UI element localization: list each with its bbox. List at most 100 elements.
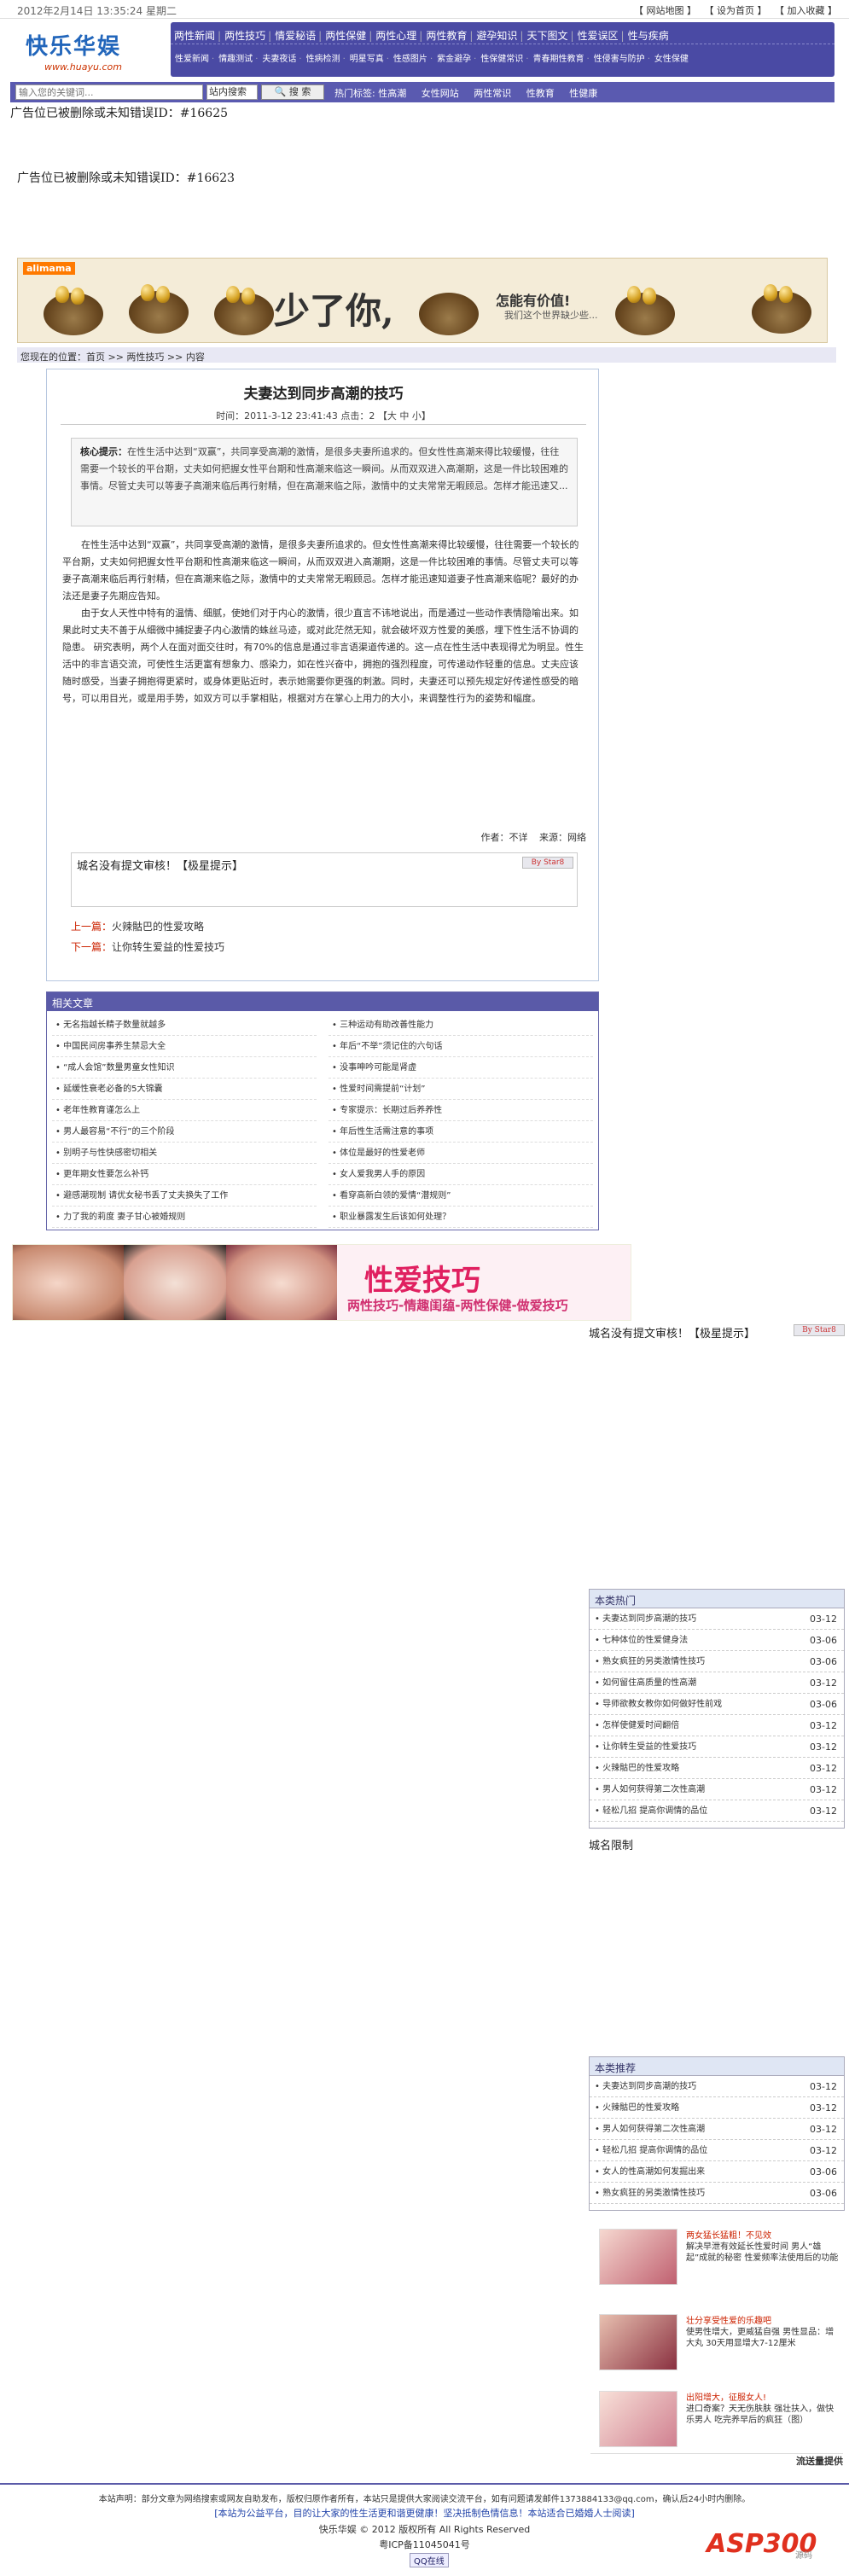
promo-item[interactable]: 壮分享受性爱的乐趣吧 使男性增大，更威猛自强 男性显品：增大丸 30天用显增大7-… xyxy=(597,2312,845,2372)
related-article-link[interactable]: 三种运动有助改善性能力 xyxy=(329,1015,593,1036)
hot-tag[interactable]: 性健康 xyxy=(569,88,597,99)
related-article-link[interactable]: 女人爱我男人手的原因 xyxy=(329,1164,593,1185)
list-item[interactable]: 男人如何获得第二次性高潮 03-12 xyxy=(590,2119,844,2140)
list-item-title[interactable]: 夫妻达到同步高潮的技巧 xyxy=(602,2082,696,2091)
promo-text[interactable]: 解决早泄有效延长性爱时间 男人“雄起”成就的秘密 性爱频率法使用后的功能 xyxy=(686,2242,840,2264)
promo-image[interactable] xyxy=(599,2391,677,2447)
list-item[interactable]: 熟女疯狂的另类激情性技巧 03-06 xyxy=(590,2183,844,2204)
list-item[interactable]: 轻松几招 提高你调情的品位 03-12 xyxy=(590,2140,844,2161)
related-article-link[interactable]: 体位是最好的性爱老师 xyxy=(329,1143,593,1164)
nav-item-secondary[interactable]: 性保健常识 xyxy=(480,51,523,64)
promo-headline[interactable]: 出阳增大，征服女人! xyxy=(686,2393,840,2404)
nav-item-primary[interactable]: 性与疾病 xyxy=(628,26,669,43)
list-item[interactable]: 熟女疯狂的另类激情性技巧 03-06 xyxy=(590,1651,844,1672)
related-article-link[interactable]: 年后性生活需注意的事项 xyxy=(329,1121,593,1143)
list-item[interactable]: 男人如何获得第二次性高潮 03-12 xyxy=(590,1779,844,1800)
asp300-logo[interactable]: ASP300 源码 xyxy=(701,2524,846,2573)
list-item[interactable]: 女人的性高潮如何发掘出来 03-06 xyxy=(590,2161,844,2183)
promo-image[interactable] xyxy=(599,2314,677,2370)
list-item[interactable]: 火辣骷巴的性爱攻略 03-12 xyxy=(590,1758,844,1779)
list-item-title[interactable]: 熟女疯狂的另类激情性技巧 xyxy=(602,2189,705,2198)
list-item-title[interactable]: 夫妻达到同步高潮的技巧 xyxy=(602,1614,696,1624)
promo-headline[interactable]: 两女猛长猛粗！不见效 xyxy=(686,2230,840,2242)
hot-tag[interactable]: 女性网站 xyxy=(422,88,459,99)
promo-text[interactable]: 进口奇案？天无伤肤肤 强壮扶入，做快乐男人 吃完养早后的疯狂（图） xyxy=(686,2404,840,2426)
ad-badge[interactable]: By Star8 xyxy=(522,857,573,869)
list-item-title[interactable]: 轻松几招 提高你调情的品位 xyxy=(602,1806,707,1816)
promo-headline[interactable]: 壮分享受性爱的乐趣吧 xyxy=(686,2316,840,2327)
nav-item-secondary[interactable]: 性爱新闻 xyxy=(175,51,209,64)
related-article-link[interactable]: 男人最容易“不行”的三个阶段 xyxy=(52,1121,317,1143)
related-article-link[interactable]: 老年性教育谨怎么上 xyxy=(52,1100,317,1121)
related-article-link[interactable]: 没事呻吟可能是肾虚 xyxy=(329,1057,593,1079)
promo-text[interactable]: 使男性增大，更威猛自强 男性显品：增大丸 30天用显增大7-12厘米 xyxy=(686,2327,840,2349)
list-item-title[interactable]: 火辣骷巴的性爱攻略 xyxy=(602,2103,679,2113)
list-item-title[interactable]: 火辣骷巴的性爱攻略 xyxy=(602,1764,679,1773)
nav-item-secondary[interactable]: 性感图片 xyxy=(393,51,427,64)
related-article-link[interactable]: 更年期女性要怎么补钙 xyxy=(52,1164,317,1185)
nav-item-primary[interactable]: 两性技巧 xyxy=(224,26,265,43)
list-item-title[interactable]: 导师欲教女教你如何做好性前戏 xyxy=(602,1700,722,1709)
related-article-link[interactable]: 无名指越长精子数量就越多 xyxy=(52,1015,317,1036)
nav-item-primary[interactable]: 天下图文 xyxy=(526,26,567,43)
list-item[interactable]: 轻松几招 提高你调情的品位 03-12 xyxy=(590,1800,844,1822)
related-article-link[interactable]: 专家提示：长期过后养养性 xyxy=(329,1100,593,1121)
list-item[interactable]: 导师欲教女教你如何做好性前戏 03-06 xyxy=(590,1694,844,1715)
nav-item-secondary[interactable]: 青春期性教育 xyxy=(533,51,584,64)
nav-item-primary[interactable]: 避孕知识 xyxy=(476,26,517,43)
list-item[interactable]: 夫妻达到同步高潮的技巧 03-12 xyxy=(590,2076,844,2097)
list-item[interactable]: 如何留住高质量的性高潮 03-12 xyxy=(590,1672,844,1694)
list-item[interactable]: 怎样使健爱时间翻倍 03-12 xyxy=(590,1715,844,1736)
nav-item-primary[interactable]: 两性新闻 xyxy=(174,26,215,43)
list-item-title[interactable]: 男人如何获得第二次性高潮 xyxy=(602,1785,705,1794)
nav-item-secondary[interactable]: 紫金避孕 xyxy=(437,51,471,64)
nav-item-secondary[interactable]: 性病检测 xyxy=(306,51,340,64)
nav-item-primary[interactable]: 两性心理 xyxy=(375,26,416,43)
promo-image[interactable] xyxy=(599,2229,677,2285)
add-favorite-link[interactable]: 【 加入收藏 】 xyxy=(775,5,837,16)
related-article-link[interactable]: 中国民间房事养生禁忌大全 xyxy=(52,1036,317,1057)
sitemap-link[interactable]: 【 网站地图 】 xyxy=(634,5,696,16)
search-button[interactable]: 🔍 搜 索 xyxy=(261,84,324,100)
lingerie-banner[interactable]: 性爱技巧 两性技巧-情趣闺蕴-两性保健-做爱技巧 xyxy=(12,1244,631,1321)
list-item-title[interactable]: 男人如何获得第二次性高潮 xyxy=(602,2125,705,2134)
prev-article-link[interactable]: 火辣骷巴的性爱攻略 xyxy=(112,921,204,933)
qq-online-button[interactable]: QQ在线 xyxy=(410,2553,449,2567)
site-logo[interactable]: 快乐华娱 www.huayu.com xyxy=(26,24,166,75)
search-input[interactable] xyxy=(15,84,203,100)
related-article-link[interactable]: 看穿高新白领的爱情“潜规则” xyxy=(329,1185,593,1207)
related-article-link[interactable]: 年后“不举”须记住的六句话 xyxy=(329,1036,593,1057)
list-item-title[interactable]: 怎样使健爱时间翻倍 xyxy=(602,1721,679,1730)
list-item[interactable]: 七种体位的性爱健身法 03-06 xyxy=(590,1630,844,1651)
side-ad-badge[interactable]: By Star8 xyxy=(794,1324,845,1336)
list-item[interactable]: 夫妻达到同步高潮的技巧 03-12 xyxy=(590,1608,844,1630)
list-item-title[interactable]: 让你转生受益的性爱技巧 xyxy=(602,1742,696,1752)
nav-item-secondary[interactable]: 性侵害与防护 xyxy=(594,51,645,64)
nav-item-secondary[interactable]: 情趣测试 xyxy=(218,51,253,64)
hot-tag[interactable]: 两性常识 xyxy=(474,88,511,99)
hot-tag-label[interactable]: 热门标签: 性高潮 xyxy=(334,88,406,99)
list-item-title[interactable]: 如何留住高质量的性高潮 xyxy=(602,1678,696,1688)
nav-item-secondary[interactable]: 明星写真 xyxy=(350,51,384,64)
list-item-title[interactable]: 熟女疯狂的另类激情性技巧 xyxy=(602,1657,705,1666)
nav-item-primary[interactable]: 两性保健 xyxy=(325,26,366,43)
list-item-title[interactable]: 女人的性高潮如何发掘出来 xyxy=(602,2167,705,2177)
related-article-link[interactable]: 性爱时间需提前“计划” xyxy=(329,1079,593,1100)
hot-tag[interactable]: 性教育 xyxy=(526,88,555,99)
related-article-link[interactable]: 别明子与性快感密切相关 xyxy=(52,1143,317,1164)
related-article-link[interactable]: 力了我的莉度 妻子甘心被婚规则 xyxy=(52,1207,317,1228)
alimama-banner[interactable]: alimama 少了你, 怎能有价值! 我们这个世界缺少些... xyxy=(17,258,828,343)
list-item-title[interactable]: 轻松几招 提高你调情的品位 xyxy=(602,2146,707,2155)
nav-item-primary[interactable]: 两性教育 xyxy=(426,26,467,43)
list-item-title[interactable]: 七种体位的性爱健身法 xyxy=(602,1636,688,1645)
related-article-link[interactable]: 职业暴露发生后该如何处理？ xyxy=(329,1207,593,1228)
nav-item-primary[interactable]: 性爱误区 xyxy=(578,26,619,43)
nav-item-primary[interactable]: 情爱秘语 xyxy=(275,26,316,43)
nav-item-secondary[interactable]: 夫妻夜话 xyxy=(262,51,296,64)
promo-item[interactable]: 出阳增大，征服女人! 进口奇案？天无伤肤肤 强壮扶入，做快乐男人 吃完养早后的疯狂… xyxy=(597,2389,845,2449)
promo-item[interactable]: 两女猛长猛粗！不见效 解决早泄有效延长性爱时间 男人“雄起”成就的秘密 性爱频率法… xyxy=(597,2227,845,2287)
related-article-link[interactable]: “成人会馆”数量男童女性知识 xyxy=(52,1057,317,1079)
list-item[interactable]: 让你转生受益的性爱技巧 03-12 xyxy=(590,1736,844,1758)
next-article-link[interactable]: 让你转生爱益的性爱技巧 xyxy=(112,941,224,953)
related-article-link[interactable]: 避感潮现制 请优女秘书丢了丈夫换失了工作 xyxy=(52,1185,317,1207)
